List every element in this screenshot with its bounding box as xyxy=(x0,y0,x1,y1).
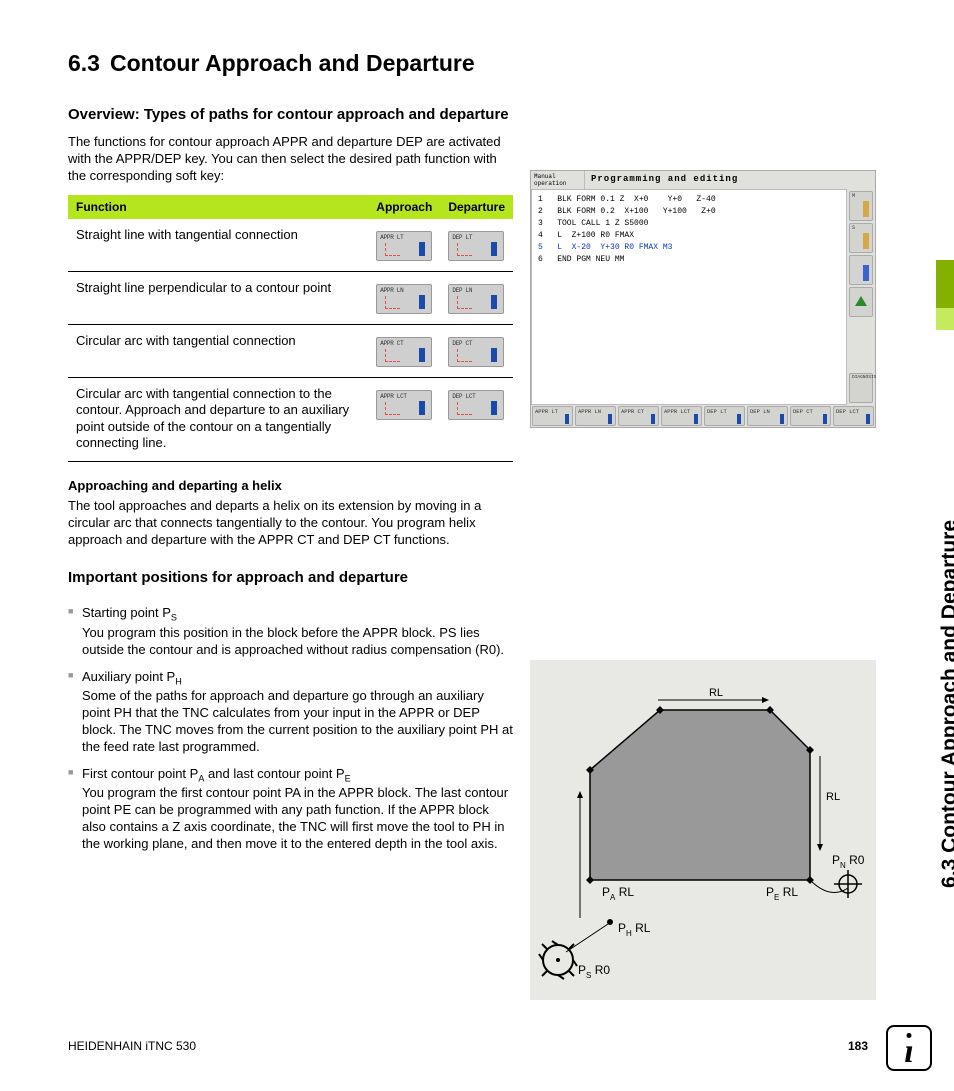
cnc-diagnosis-button[interactable]: DIAGNOSIS xyxy=(849,373,873,403)
cnc-softkey[interactable]: APPR CT xyxy=(618,406,659,426)
helix-heading: Approaching and departing a helix xyxy=(68,478,513,493)
helix-paragraph: The tool approaches and departs a helix … xyxy=(68,498,513,549)
list-item: Auxiliary point PH Some of the paths for… xyxy=(68,669,513,756)
table-row: Circular arc with tangential connection … xyxy=(68,378,513,462)
table-row: Straight line perpendicular to a contour… xyxy=(68,272,513,325)
cnc-side-button[interactable]: M xyxy=(849,191,873,221)
cnc-side-button[interactable]: S xyxy=(849,223,873,253)
cnc-code-area: 1 BLK FORM 0.1 Z X+0 Y+0 Z-402 BLK FORM … xyxy=(531,189,847,405)
svg-text:PS R0: PS R0 xyxy=(578,963,610,980)
list-item: First contour point PA and last contour … xyxy=(68,766,513,853)
overview-paragraph: The functions for contour approach APPR … xyxy=(68,134,513,185)
cnc-screenshot: Manual operation Programming and editing… xyxy=(530,170,876,428)
section-number: 6.3 xyxy=(68,50,110,78)
overview-heading: Overview: Types of paths for contour app… xyxy=(68,106,513,125)
th-departure: Departure xyxy=(440,195,513,219)
list-item: Starting point PS You program this posit… xyxy=(68,605,513,658)
func-cell: Circular arc with tangential connection xyxy=(68,325,368,378)
svg-text:PE RL: PE RL xyxy=(766,885,798,902)
table-row: Straight line with tangential connection… xyxy=(68,219,513,272)
positions-list: Starting point PS You program this posit… xyxy=(68,605,513,852)
softkey-dep-ct[interactable]: DEP CT xyxy=(448,337,504,367)
cnc-title: Programming and editing xyxy=(585,171,875,189)
page-number: 183 xyxy=(848,1039,868,1053)
softkey-appr-ln[interactable]: APPR LN xyxy=(376,284,432,314)
svg-text:PN R0: PN R0 xyxy=(832,853,865,870)
cnc-softkey[interactable]: APPR LCT xyxy=(661,406,702,426)
th-function: Function xyxy=(68,195,368,219)
cnc-softkey[interactable]: DEP LN xyxy=(747,406,788,426)
approach-diagram: RL RL PA RL PE RL xyxy=(530,660,876,1000)
side-tab: 6.3 Contour Approach and Departure xyxy=(914,30,954,510)
cnc-side-button[interactable] xyxy=(849,255,873,285)
cnc-softkey[interactable]: DEP LT xyxy=(704,406,745,426)
func-cell: Straight line with tangential connection xyxy=(68,219,368,272)
cnc-softkey[interactable]: DEP CT xyxy=(790,406,831,426)
footer-left: HEIDENHAIN iTNC 530 xyxy=(68,1039,196,1053)
softkey-appr-ct[interactable]: APPR CT xyxy=(376,337,432,367)
cnc-side-button[interactable] xyxy=(849,287,873,317)
svg-text:RL: RL xyxy=(709,687,723,699)
side-tab-text: 6.3 Contour Approach and Departure xyxy=(938,520,954,888)
cnc-mode-label: Manual operation xyxy=(531,171,585,189)
page-footer: HEIDENHAIN iTNC 530 183 xyxy=(68,1039,868,1053)
function-table: Function Approach Departure Straight lin… xyxy=(68,195,513,462)
positions-heading: Important positions for approach and dep… xyxy=(68,569,513,588)
cnc-softkey[interactable]: DEP LCT xyxy=(833,406,874,426)
softkey-appr-lt[interactable]: APPR LT xyxy=(376,231,432,261)
svg-text:PA RL: PA RL xyxy=(602,885,634,902)
cnc-sidebar: M S DIAGNOSIS xyxy=(847,189,875,405)
softkey-appr-lct[interactable]: APPR LCT xyxy=(376,390,432,420)
info-icon: ı xyxy=(886,1025,932,1071)
func-cell: Circular arc with tangential connection … xyxy=(68,378,368,462)
softkey-dep-ln[interactable]: DEP LN xyxy=(448,284,504,314)
section-title-text: Contour Approach and Departure xyxy=(110,50,475,76)
cnc-softkey-row: APPR LT APPR LN APPR CT APPR LCT DEP LT … xyxy=(531,405,875,427)
th-approach: Approach xyxy=(368,195,440,219)
svg-text:RL: RL xyxy=(826,791,840,803)
cnc-softkey[interactable]: APPR LN xyxy=(575,406,616,426)
softkey-dep-lt[interactable]: DEP LT xyxy=(448,231,504,261)
func-cell: Straight line perpendicular to a contour… xyxy=(68,272,368,325)
table-row: Circular arc with tangential connection … xyxy=(68,325,513,378)
section-title: 6.3Contour Approach and Departure xyxy=(68,50,513,78)
softkey-dep-lct[interactable]: DEP LCT xyxy=(448,390,504,420)
cnc-softkey[interactable]: APPR LT xyxy=(532,406,573,426)
svg-text:PH RL: PH RL xyxy=(618,921,651,938)
